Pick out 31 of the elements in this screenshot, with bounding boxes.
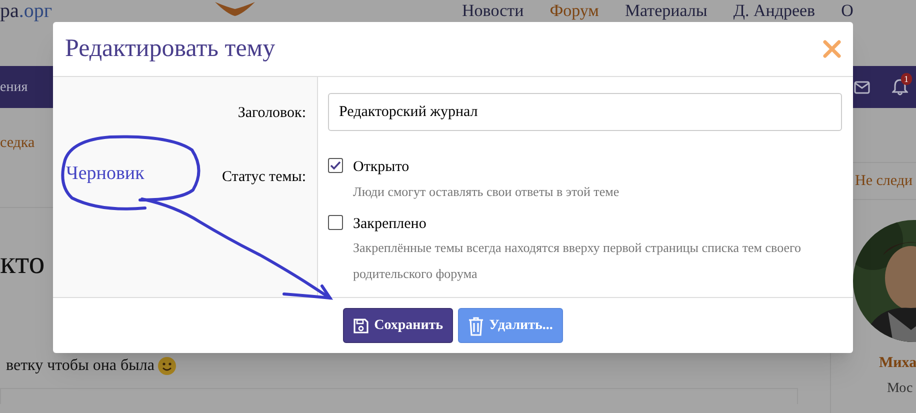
post-text: ветку чтобы она была (5, 356, 154, 376)
title-input-field[interactable]: Редакторский журнал (328, 93, 842, 131)
checkbox[interactable] (328, 158, 343, 173)
follow-link[interactable]: Не следи (855, 173, 913, 189)
breadcrumb-link[interactable]: седка (0, 132, 35, 154)
nav-link[interactable]: Материалы (624, 1, 708, 21)
notification-badge: 1 (901, 72, 912, 84)
mail-icon[interactable] (854, 80, 870, 94)
status-label: Статус темы: (222, 168, 306, 186)
option-description: Люди смогут оставлять свои ответы в этой теме (353, 182, 620, 201)
site-logo-text[interactable]: ра (0, 1, 19, 21)
wings-logo-icon (215, 0, 255, 18)
annotation-text: Черновик (66, 162, 144, 186)
nav-link[interactable]: Форум (550, 1, 599, 21)
checkbox[interactable] (328, 214, 343, 230)
dialog-title: Редактировать тему (65, 34, 276, 64)
option-label[interactable]: Открыто (353, 156, 823, 178)
save-button[interactable]: Сохранить (343, 308, 454, 343)
trash-icon (468, 316, 484, 336)
site-domain-text: .орг (18, 1, 52, 21)
nav-link[interactable]: О (841, 1, 854, 21)
field-label: Заголовок: (238, 104, 306, 123)
nav-link[interactable]: Д. Андреев (733, 1, 816, 21)
user-name[interactable]: Миха (879, 352, 916, 374)
nav-menu-item[interactable]: ения (0, 76, 28, 98)
smiley-icon (158, 357, 176, 375)
user-location: Мос (887, 380, 913, 398)
option-label[interactable]: Закреплено (353, 212, 823, 235)
option-description: Закреплённые темы всегда находятся вверху первой страницы списка тем своего родительского форума (353, 239, 802, 283)
nav-link[interactable]: Новости (462, 1, 524, 21)
topic-heading: кто (0, 246, 45, 278)
